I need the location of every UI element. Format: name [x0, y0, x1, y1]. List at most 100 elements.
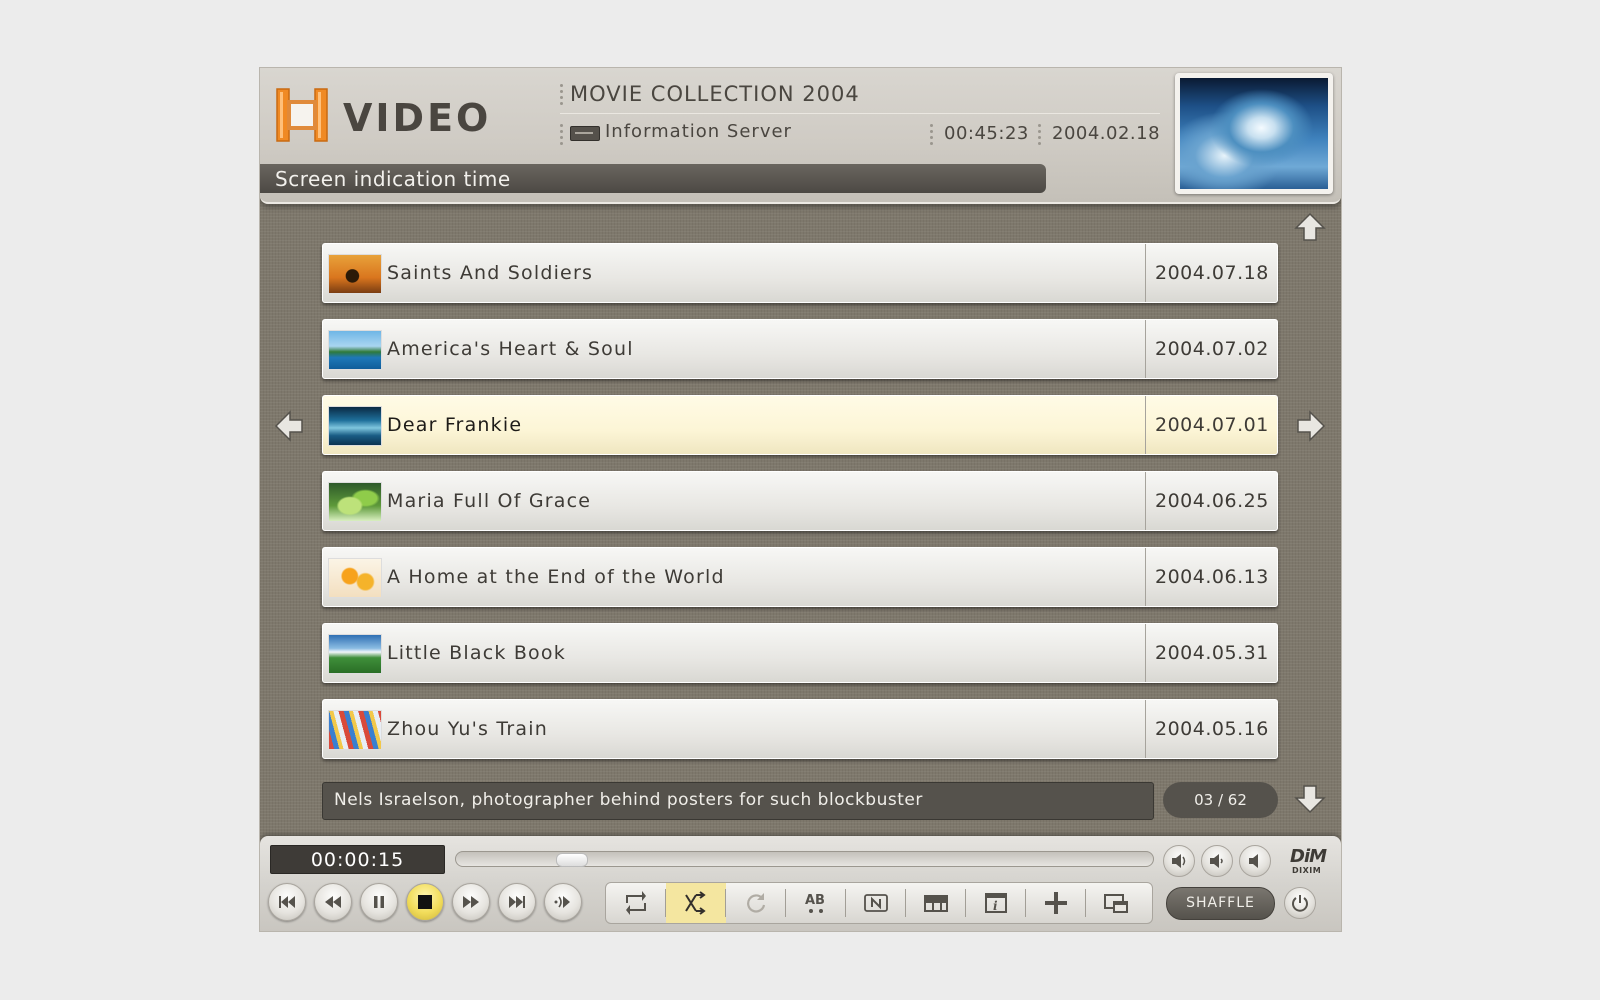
info-icon: i [985, 893, 1007, 913]
column-divider [1145, 396, 1146, 454]
list-item[interactable]: America's Heart & Soul 2004.07.02 [322, 319, 1278, 379]
refresh-icon [747, 893, 766, 913]
column-divider [1145, 320, 1146, 378]
column-divider [1145, 472, 1146, 530]
playback-controls: 00:00:15 DiM DIXIM AB i SHAFFLE [260, 836, 1341, 931]
skip-to-start-button[interactable] [268, 883, 306, 921]
ab-repeat-button[interactable]: AB [786, 883, 846, 923]
seek-bar[interactable] [455, 851, 1154, 867]
app-title: VIDEO [343, 96, 492, 140]
stop-button[interactable] [406, 883, 444, 921]
speaker-mute-icon [1249, 854, 1258, 868]
server-label: Information Server [605, 121, 792, 142]
separator-dots [560, 84, 564, 108]
pip-icon [1104, 894, 1128, 913]
preview-image [1180, 78, 1328, 189]
shuffle-button[interactable] [666, 883, 726, 923]
list-item[interactable]: Maria Full Of Grace 2004.06.25 [322, 471, 1278, 531]
movie-thumbnail [328, 482, 382, 522]
movie-title: Saints And Soldiers [387, 262, 594, 284]
ab-repeat-icon: AB [805, 893, 825, 913]
page-indicator-text: 03 / 62 [1194, 791, 1247, 809]
rewind-button[interactable] [314, 883, 352, 921]
normal-mode-button[interactable] [846, 883, 906, 923]
seek-handle[interactable] [556, 853, 588, 867]
grid-view-button[interactable] [906, 883, 966, 923]
speaker-icon [1210, 854, 1223, 868]
shuffle-mode-button[interactable]: SHAFFLE [1166, 887, 1275, 920]
mute-button[interactable] [1239, 845, 1271, 877]
normal-n-icon [864, 894, 888, 912]
column-divider [1145, 700, 1146, 758]
power-button[interactable] [1284, 887, 1316, 919]
preview-thumbnail[interactable] [1175, 73, 1333, 194]
movie-title: Maria Full Of Grace [387, 490, 592, 512]
status-text: Screen indication time [275, 167, 511, 191]
movie-date: 2004.06.25 [1155, 490, 1269, 512]
step-forward-icon [554, 896, 570, 908]
media-player-window: VIDEO MOVIE COLLECTION 2004 Information … [260, 68, 1341, 931]
movie-date: 2004.05.31 [1155, 642, 1269, 664]
page-indicator: 03 / 62 [1163, 782, 1278, 818]
movie-date: 2004.07.01 [1155, 414, 1269, 436]
rewind-icon [325, 896, 341, 908]
description-box: Nels Israelson, photographer behind post… [322, 782, 1154, 820]
column-divider [1145, 624, 1146, 682]
scroll-down-icon[interactable] [1294, 782, 1326, 814]
header-divider [560, 113, 1160, 114]
movie-thumbnail [328, 710, 382, 750]
clock-time: 00:45:23 [944, 123, 1029, 144]
movie-title: Little Black Book [387, 642, 566, 664]
elapsed-time-display: 00:00:15 [270, 845, 445, 874]
scroll-up-icon[interactable] [1294, 212, 1326, 244]
volume-up-button[interactable] [1163, 845, 1195, 877]
movie-title: America's Heart & Soul [387, 338, 634, 360]
info-button[interactable]: i [966, 883, 1026, 923]
film-icon [276, 88, 328, 142]
clock-date: 2004.02.18 [1052, 123, 1161, 144]
next-page-arrow-icon[interactable] [1294, 410, 1326, 442]
movie-title: A Home at the End of the World [387, 566, 725, 588]
list-item[interactable]: Little Black Book 2004.05.31 [322, 623, 1278, 683]
shuffle-icon [685, 891, 706, 915]
refresh-button[interactable] [726, 883, 786, 923]
status-bar: Screen indication time [260, 164, 1046, 193]
pause-icon [374, 896, 384, 908]
column-divider [1145, 244, 1146, 302]
stop-icon [418, 895, 432, 909]
skip-to-end-button[interactable] [498, 883, 536, 921]
volume-down-button[interactable] [1201, 845, 1233, 877]
fast-forward-button[interactable] [452, 883, 490, 921]
list-item[interactable]: Saints And Soldiers 2004.07.18 [322, 243, 1278, 303]
step-forward-button[interactable] [544, 883, 582, 921]
movie-date: 2004.07.18 [1155, 262, 1269, 284]
movie-thumbnail [328, 634, 382, 674]
movie-thumbnail [328, 406, 382, 446]
description-text: Nels Israelson, photographer behind post… [334, 790, 923, 810]
movie-date: 2004.07.02 [1155, 338, 1269, 360]
brand-logo: DiM DIXIM [1290, 846, 1327, 875]
skip-forward-icon [509, 896, 525, 908]
function-toolbar: AB i [605, 882, 1153, 924]
crosshair-icon [1045, 892, 1067, 914]
list-item-selected[interactable]: Dear Frankie 2004.07.01 [322, 395, 1278, 455]
pause-button[interactable] [360, 883, 398, 921]
shuffle-mode-label: SHAFFLE [1186, 895, 1255, 911]
speaker-loud-icon [1172, 854, 1186, 868]
separator-dots [1038, 124, 1042, 148]
separator-dots [930, 124, 934, 148]
navigate-button[interactable] [1026, 883, 1086, 923]
previous-page-arrow-icon[interactable] [274, 410, 306, 442]
separator-dots [560, 124, 564, 148]
fast-forward-icon [463, 896, 479, 908]
skip-back-icon [279, 896, 295, 908]
list-item[interactable]: A Home at the End of the World 2004.06.1… [322, 547, 1278, 607]
collection-title: MOVIE COLLECTION 2004 [570, 82, 860, 106]
header: VIDEO MOVIE COLLECTION 2004 Information … [260, 68, 1341, 204]
movie-thumbnail [328, 254, 382, 294]
repeat-button[interactable] [606, 883, 666, 923]
column-divider [1145, 548, 1146, 606]
picture-in-picture-button[interactable] [1086, 883, 1146, 923]
list-item[interactable]: Zhou Yu's Train 2004.05.16 [322, 699, 1278, 759]
movie-date: 2004.06.13 [1155, 566, 1269, 588]
